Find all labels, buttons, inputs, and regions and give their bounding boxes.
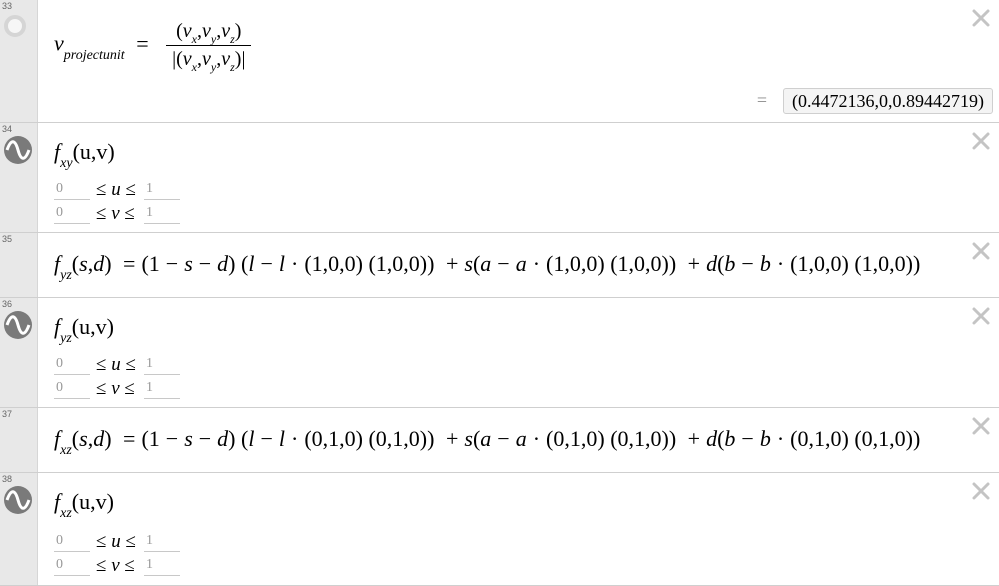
range-label-u: ≤ u ≤	[96, 531, 136, 552]
row-number: 34	[2, 124, 13, 134]
range-min-u[interactable]: 0	[54, 533, 90, 552]
range-min-u[interactable]: 0	[54, 356, 90, 375]
expression-row-33[interactable]: 33 vprojectunit = (vx,vy,vz) |(vx,vy,vz)…	[0, 0, 999, 123]
range-min-v[interactable]: 0	[54, 557, 90, 576]
surface-icon[interactable]	[3, 310, 33, 340]
expression-row-35[interactable]: 35 fyz(s,d) = (1− s − d) (l − l · (1,0,0) (1,0,0…	[0, 233, 999, 298]
row-gutter[interactable]: 37	[0, 408, 38, 472]
range-label-u: ≤ u ≤	[96, 354, 136, 375]
expression-formula[interactable]: fxy(u,v)	[54, 139, 115, 171]
expression-formula[interactable]: fxz(u,v)	[54, 489, 114, 521]
close-icon[interactable]	[971, 306, 991, 326]
row-number: 36	[2, 299, 13, 309]
evaluation-result: (0.4472136,0,0.89442719)	[783, 88, 993, 114]
row-number: 33	[2, 1, 13, 11]
expression-row-36[interactable]: 36 fyz(u,v) 0 ≤ u ≤ 1 0 ≤ v ≤ 1	[0, 298, 999, 408]
row-gutter[interactable]: 33	[0, 0, 38, 122]
close-icon[interactable]	[971, 8, 991, 28]
range-label-v: ≤ v ≤	[96, 378, 135, 399]
expression-formula[interactable]: fyz(s,d) = (1− s − d) (l − l · (1,0,0) (1,0,0)) …	[54, 251, 920, 283]
range-min-v[interactable]: 0	[54, 205, 90, 224]
close-icon[interactable]	[971, 416, 991, 436]
range-label-u: ≤ u ≤	[96, 179, 136, 200]
row-gutter[interactable]: 38	[0, 473, 38, 585]
range-label-v: ≤ v ≤	[96, 203, 135, 224]
range-min-u[interactable]: 0	[54, 181, 90, 200]
row-gutter[interactable]: 35	[0, 233, 38, 297]
row-number: 38	[2, 474, 13, 484]
expression-row-38[interactable]: 38 fxz(u,v) 0 ≤ u ≤ 1 0 ≤ v ≤ 1	[0, 473, 999, 586]
result-equals: =	[756, 90, 767, 110]
range-label-v: ≤ v ≤	[96, 555, 135, 576]
range-max-v[interactable]: 1	[144, 205, 180, 224]
expression-formula[interactable]: fxz(s,d) = (1− s − d) (l − l · (0,1,0) (0,1,0)) …	[54, 426, 920, 458]
close-icon[interactable]	[971, 131, 991, 151]
empty-circle-icon[interactable]	[4, 15, 26, 37]
expression-row-37[interactable]: 37 fxz(s,d) = (1− s − d) (l − l · (0,1,0) (0,1,0…	[0, 408, 999, 473]
range-max-u[interactable]: 1	[144, 356, 180, 375]
row-gutter[interactable]: 34	[0, 123, 38, 232]
expression-row-34[interactable]: 34 fxy(u,v) 0 ≤ u ≤ 1 0 ≤ v ≤ 1	[0, 123, 999, 233]
range-max-v[interactable]: 1	[144, 380, 180, 399]
close-icon[interactable]	[971, 241, 991, 261]
row-gutter[interactable]: 36	[0, 298, 38, 407]
range-min-v[interactable]: 0	[54, 380, 90, 399]
close-icon[interactable]	[971, 481, 991, 501]
fraction: (vx,vy,vz) |(vx,vy,vz)|	[166, 20, 252, 74]
row-number: 35	[2, 234, 13, 244]
range-max-v[interactable]: 1	[144, 557, 180, 576]
surface-icon[interactable]	[3, 135, 33, 165]
expression-list: 33 vprojectunit = (vx,vy,vz) |(vx,vy,vz)…	[0, 0, 999, 586]
expression-formula[interactable]: vprojectunit = (vx,vy,vz) |(vx,vy,vz)|	[54, 20, 252, 74]
surface-icon[interactable]	[3, 485, 33, 515]
range-max-u[interactable]: 1	[144, 533, 180, 552]
expression-formula[interactable]: fyz(u,v)	[54, 314, 114, 346]
range-max-u[interactable]: 1	[144, 181, 180, 200]
row-number: 37	[2, 409, 13, 419]
